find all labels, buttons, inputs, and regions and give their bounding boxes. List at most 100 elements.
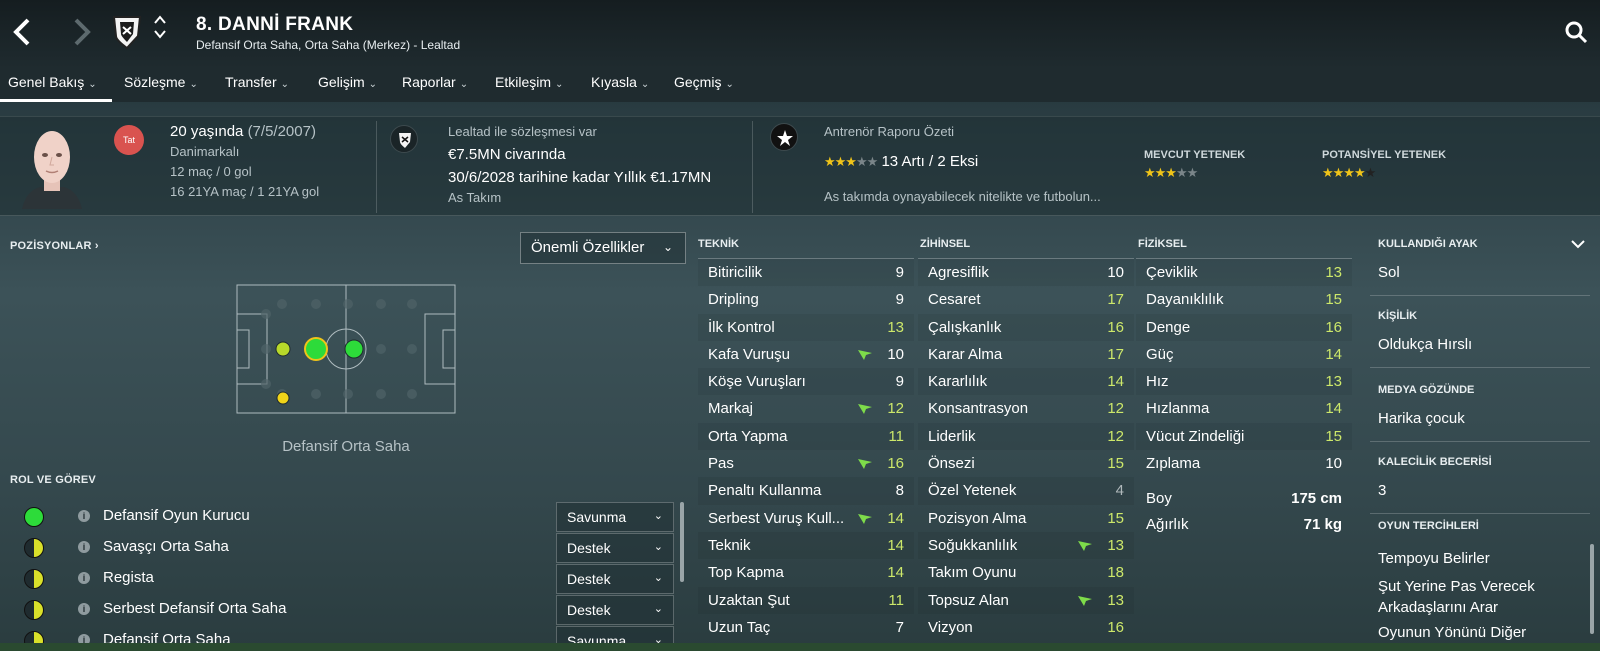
duty-dropdown[interactable]: Destek ⌄ — [556, 533, 674, 563]
attribute-row[interactable]: Uzaktan Şut 11 — [698, 586, 914, 614]
attribute-row[interactable]: Penaltı Kullanma 8 — [698, 477, 914, 505]
forward-icon[interactable] — [70, 14, 98, 50]
attribute-row[interactable]: Liderlik 12 — [918, 422, 1134, 451]
role-row[interactable]: i Savaşçı Orta Saha Destek ⌄ — [0, 533, 690, 563]
attribute-row[interactable]: Top Kapma 14 — [698, 559, 914, 586]
chevron-down-icon: ⌄ — [653, 510, 663, 522]
star-empty-icon: ★★ — [855, 154, 878, 169]
player-positions-club[interactable]: Defansif Orta Saha, Orta Saha (Merkez) -… — [196, 38, 460, 52]
attribute-row[interactable]: Karar Alma 17 — [918, 341, 1134, 368]
role-name[interactable]: Serbest Defansif Orta Saha — [103, 600, 286, 617]
attribute-row[interactable]: Vücut Zindeliği 15 — [1136, 422, 1352, 451]
chevron-down-icon[interactable] — [152, 28, 168, 42]
attribute-row[interactable]: Pas 16 — [698, 450, 914, 477]
preferred-foot-value: Sol — [1378, 264, 1400, 281]
attribute-row[interactable]: Uzun Taç 7 — [698, 614, 914, 641]
club-crest-icon[interactable] — [112, 14, 142, 50]
squad-status[interactable]: As Takım — [448, 188, 711, 208]
attribute-row[interactable]: Dripling 9 — [698, 286, 914, 313]
attribute-row[interactable]: Denge 16 — [1136, 313, 1352, 341]
attribute-row[interactable]: Kararlılık 14 — [918, 368, 1134, 396]
role-name[interactable]: Defansif Orta Saha — [103, 631, 231, 643]
attribute-row[interactable]: Kafa Vuruşu 10 — [698, 341, 914, 368]
attribute-row[interactable]: Topsuz Alan 13 — [918, 586, 1134, 614]
tab-raporlar[interactable]: Raporlar ⌄ — [402, 74, 468, 90]
attribute-row[interactable]: Markaj 12 — [698, 395, 914, 422]
attribute-row[interactable]: Çalışkanlık 16 — [918, 313, 1134, 341]
attribute-row[interactable]: Agresiflik 10 — [918, 259, 1134, 287]
tab-genel-bakis[interactable]: Genel Bakış ⌄ — [8, 74, 97, 90]
info-icon[interactable]: i — [78, 634, 90, 643]
duty-dropdown[interactable]: Destek ⌄ — [556, 595, 674, 625]
tab-gelisim[interactable]: Gelişim ⌄ — [318, 74, 377, 90]
role-name[interactable]: Savaşçı Orta Saha — [103, 538, 229, 555]
tab-sozlesme[interactable]: Sözleşme ⌄ — [124, 74, 198, 90]
attribute-name: Konsantrasyon — [928, 400, 1029, 418]
duty-dropdown[interactable]: Savunma ⌄ — [556, 626, 674, 643]
back-icon[interactable] — [10, 14, 38, 50]
attribute-row[interactable]: Güç 14 — [1136, 341, 1352, 368]
role-rating-half-icon — [24, 600, 44, 620]
attribute-name: Kararlılık — [928, 373, 988, 391]
tab-etkilesim[interactable]: Etkileşim ⌄ — [495, 74, 563, 90]
info-icon[interactable]: i — [78, 541, 90, 553]
personality-value[interactable]: Oldukça Hırslı — [1378, 334, 1472, 355]
attribute-row[interactable]: Bitiricilik 9 — [698, 259, 914, 287]
role-row[interactable]: i Regista Destek ⌄ — [0, 564, 690, 594]
search-icon[interactable] — [1564, 20, 1588, 44]
right-panel-scrollbar[interactable] — [1590, 544, 1594, 634]
info-icon[interactable]: i — [78, 510, 90, 522]
attribute-row[interactable]: Konsantrasyon 12 — [918, 395, 1134, 422]
role-row[interactable]: i Serbest Defansif Orta Saha Destek ⌄ — [0, 595, 690, 625]
attribute-row[interactable]: Hız 13 — [1136, 368, 1352, 396]
attribute-name: Uzaktan Şut — [708, 591, 790, 609]
attribute-row[interactable]: Çeviklik 13 — [1136, 259, 1352, 287]
attribute-row[interactable]: Özel Yetenek 4 — [918, 477, 1134, 505]
player-trait[interactable]: Oyunun Yönünü Diğer — [1378, 622, 1588, 643]
personality-badge[interactable]: Tat — [114, 125, 144, 155]
duty-dropdown[interactable]: Savunma ⌄ — [556, 502, 674, 532]
attribute-row[interactable]: Soğukkanlılık 13 — [918, 531, 1134, 560]
attribute-row[interactable]: Pozisyon Alma 15 — [918, 505, 1134, 532]
chevron-down-icon: ⌄ — [640, 79, 650, 90]
info-icon[interactable]: i — [78, 603, 90, 615]
role-name[interactable]: Defansif Oyun Kurucu — [103, 507, 250, 524]
duty-dropdown[interactable]: Destek ⌄ — [556, 564, 674, 594]
attribute-row[interactable]: Önsezi 15 — [918, 450, 1134, 477]
tab-gecmis[interactable]: Geçmiş ⌄ — [674, 74, 734, 90]
media-value[interactable]: Harika çocuk — [1378, 408, 1465, 429]
positions-title[interactable]: POZİSYONLAR › — [10, 240, 99, 252]
tab-kiyasla[interactable]: Kıyasla ⌄ — [591, 74, 649, 90]
attribute-value: 12 — [887, 400, 904, 418]
coach-report[interactable]: Antrenör Raporu Özeti ★★★★★ 13 Artı / 2 … — [824, 122, 1154, 207]
attribute-row[interactable]: Serbest Vuruş Kull... 14 — [698, 505, 914, 532]
attribute-row[interactable]: Köşe Vuruşları 9 — [698, 368, 914, 396]
attribute-row[interactable]: Takım Oyunu 18 — [918, 559, 1134, 586]
physical-attributes: Çeviklik 13 Dayanıklılık 15 Denge 16 Güç 14 Hız 1… — [1136, 258, 1352, 477]
role-row[interactable]: i Defansif Oyun Kurucu Savunma ⌄ — [0, 502, 690, 532]
key-attributes-dropdown[interactable]: Önemli Özellikler ⌄ — [520, 232, 686, 264]
player-trait[interactable]: Şut Yerine Pas Verecek Arkadaşlarını Ara… — [1378, 576, 1588, 618]
info-icon[interactable]: i — [78, 572, 90, 584]
attribute-row[interactable]: Hızlanma 14 — [1136, 395, 1352, 422]
chevron-up-icon[interactable] — [152, 14, 168, 28]
attribute-name: Bitiricilik — [708, 264, 763, 281]
roles-scrollbar[interactable] — [680, 502, 684, 582]
attribute-row[interactable]: Teknik 14 — [698, 531, 914, 560]
nationality[interactable]: Danimarkalı — [170, 142, 319, 162]
role-name[interactable]: Regista — [103, 569, 154, 586]
player-navigate-updown[interactable] — [152, 14, 168, 44]
attribute-row[interactable]: Cesaret 17 — [918, 286, 1134, 313]
attribute-row[interactable]: Orta Yapma 11 — [698, 422, 914, 451]
attribute-row[interactable]: Zıplama 10 — [1136, 450, 1352, 477]
player-trait[interactable]: Tempoyu Belirler — [1378, 548, 1588, 569]
attribute-name: Liderlik — [928, 427, 976, 445]
attribute-name: Önsezi — [928, 455, 975, 473]
attribute-value: 10 — [887, 345, 904, 363]
attribute-row[interactable]: Dayanıklılık 15 — [1136, 286, 1352, 313]
attribute-row[interactable]: İlk Kontrol 13 — [698, 313, 914, 341]
tab-transfer[interactable]: Transfer ⌄ — [225, 74, 289, 90]
role-row[interactable]: i Defansif Orta Saha Savunma ⌄ — [0, 626, 690, 643]
chevron-down-icon[interactable] — [1570, 236, 1586, 252]
attribute-row[interactable]: Vizyon 16 — [918, 614, 1134, 641]
